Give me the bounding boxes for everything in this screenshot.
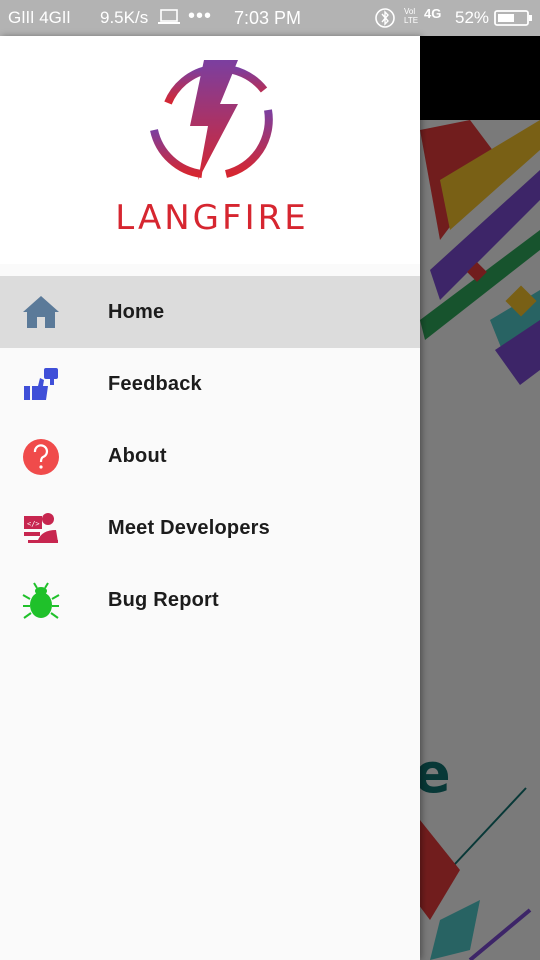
status-bar: Gǀǀǀ 4Gǀǀ 9.5K/s ••• 7:03 PM Vol LTE 4G … xyxy=(0,0,540,36)
langfire-logo-icon xyxy=(150,60,273,180)
nav-item-meet-developers[interactable]: </> Meet Developers xyxy=(0,492,420,564)
clock: 7:03 PM xyxy=(234,8,302,28)
home-icon xyxy=(22,294,60,332)
nav-item-bug-report[interactable]: Bug Report xyxy=(0,564,420,636)
svg-text:</>: </> xyxy=(27,520,40,528)
battery-percent: 52% xyxy=(455,8,490,27)
battery-icon xyxy=(494,10,532,31)
navigation-drawer: LANGFIRE Home Feedback About </> Meet De… xyxy=(0,36,420,960)
volte-indicator: Vol LTE xyxy=(404,7,419,25)
nav-item-home[interactable]: Home xyxy=(0,276,420,348)
bug-icon xyxy=(22,582,60,620)
developer-icon: </> xyxy=(22,510,60,548)
network-type: 4G xyxy=(424,6,442,21)
nav-label-bug-report: Bug Report xyxy=(108,589,219,611)
question-icon xyxy=(22,438,60,476)
nav-label-feedback: Feedback xyxy=(108,373,202,395)
feedback-icon xyxy=(22,366,60,404)
nav-label-about: About xyxy=(108,445,167,467)
bluetooth-icon xyxy=(374,8,396,33)
more-dots-icon: ••• xyxy=(188,5,213,27)
nav-item-feedback[interactable]: Feedback xyxy=(0,348,420,420)
nav-label-meet-developers: Meet Developers xyxy=(108,517,270,539)
logo-wordmark: LANGFIRE xyxy=(115,198,309,238)
app-logo: LANGFIRE xyxy=(86,48,338,248)
nav-label-home: Home xyxy=(108,301,165,323)
nav-item-about[interactable]: About xyxy=(0,420,420,492)
drawer-header: LANGFIRE xyxy=(0,36,420,264)
laptop-icon xyxy=(158,9,180,30)
nav-list: Home Feedback About </> Meet Developers … xyxy=(0,276,420,636)
signal-indicator: Gǀǀǀ 4Gǀǀ xyxy=(8,8,71,27)
network-speed: 9.5K/s xyxy=(100,8,149,27)
